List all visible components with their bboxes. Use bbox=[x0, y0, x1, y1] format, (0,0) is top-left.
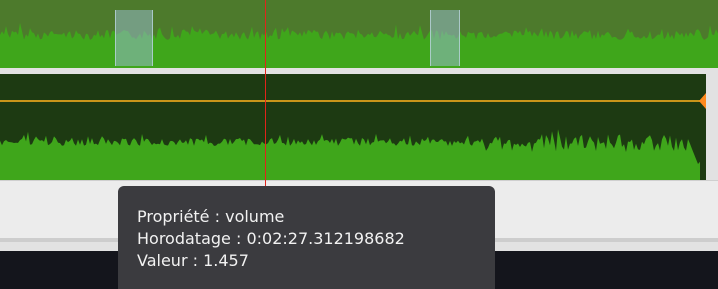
tooltip-timestamp-row: Horodatage : 0:02:27.312198682 bbox=[137, 229, 405, 248]
overview-selection-band[interactable] bbox=[430, 10, 460, 66]
keyframe-diamond-icon[interactable] bbox=[699, 93, 706, 109]
clip-waveform-graphic bbox=[0, 93, 706, 180]
keyframe-tooltip: Propriété : volume Horodatage : 0:02:27.… bbox=[118, 186, 495, 289]
overview-waveform-graphic bbox=[0, 22, 718, 68]
tooltip-value-row: Valeur : 1.457 bbox=[137, 251, 249, 270]
tooltip-property-row: Propriété : volume bbox=[137, 207, 285, 226]
clip-waveform-shape bbox=[0, 129, 700, 180]
timestamp-value: 0:02:27.312198682 bbox=[246, 229, 405, 248]
overview-waveform[interactable] bbox=[0, 0, 718, 68]
property-label: Propriété bbox=[137, 207, 210, 226]
playhead[interactable] bbox=[265, 0, 266, 215]
overview-waveform-shape bbox=[0, 22, 718, 68]
overview-selection-band[interactable] bbox=[115, 10, 153, 66]
timestamp-label: Horodatage bbox=[137, 229, 231, 248]
audio-clip[interactable] bbox=[0, 74, 706, 180]
value-label: Valeur bbox=[137, 251, 188, 270]
value-value: 1.457 bbox=[203, 251, 249, 270]
property-value: volume bbox=[225, 207, 285, 226]
timeline-editor: Propriété : volume Horodatage : 0:02:27.… bbox=[0, 0, 718, 289]
